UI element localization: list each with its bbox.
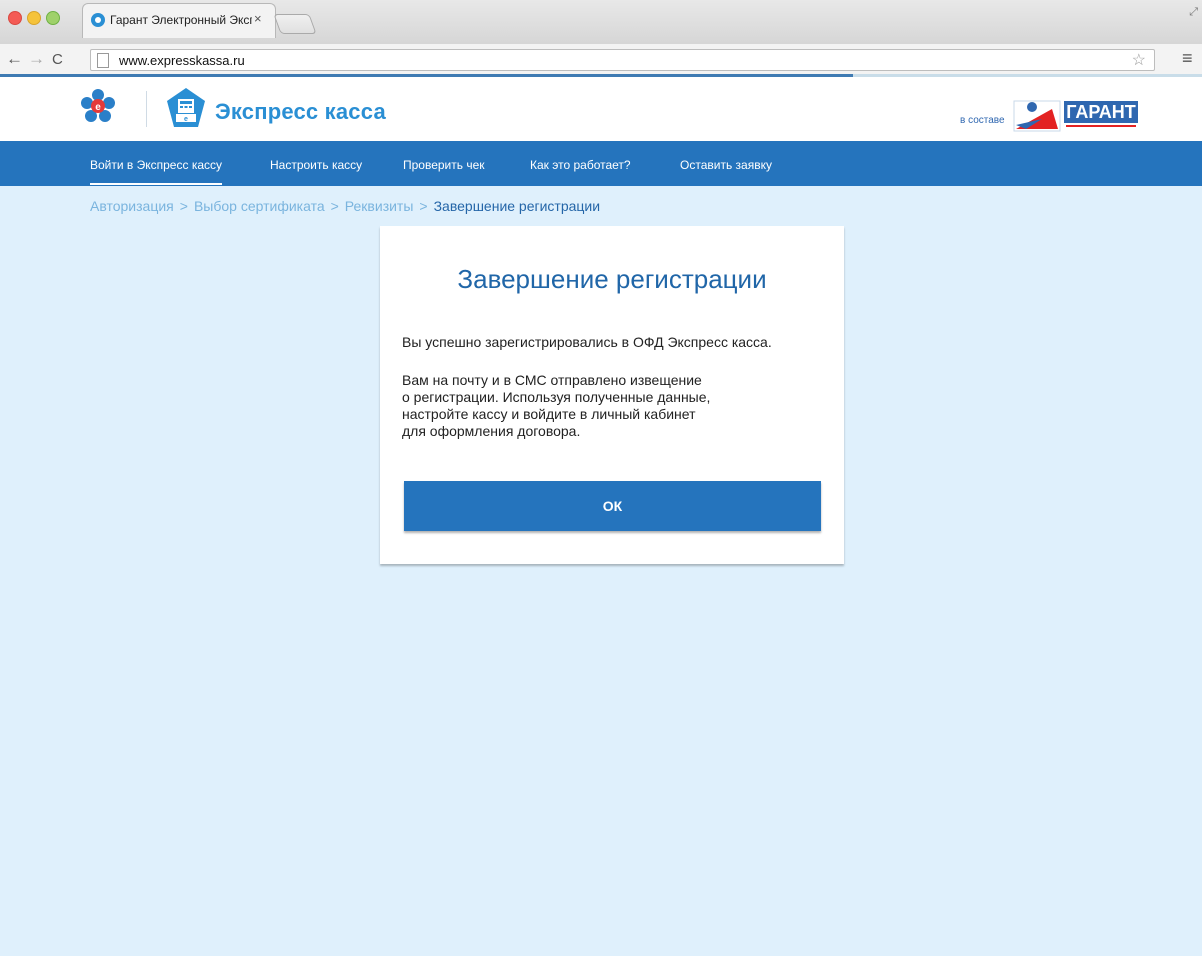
page-icon: [97, 53, 109, 68]
nav-item-leave-request[interactable]: Оставить заявку: [680, 158, 772, 172]
express-kassa-logo-icon[interactable]: e: [166, 87, 206, 129]
svg-text:e: e: [95, 102, 101, 113]
bookmark-star-icon[interactable]: ☆: [1132, 50, 1146, 70]
tab-title: Гарант Электронный Экспр: [110, 13, 252, 27]
brand-name[interactable]: Экспресс касса: [215, 99, 386, 125]
garant-flower-logo-icon[interactable]: e: [80, 88, 116, 124]
garant-logo-icon[interactable]: ГАРАНТ: [1012, 95, 1142, 137]
tab-close-icon[interactable]: ×: [254, 11, 262, 26]
browser-menu-icon[interactable]: ≡: [1182, 48, 1193, 69]
svg-text:ГАРАНТ: ГАРАНТ: [1066, 102, 1136, 122]
browser-tabstrip: Гарант Электронный Экспр × ⤢: [0, 0, 1202, 44]
nav-item-login[interactable]: Войти в Экспресс кассу: [90, 158, 222, 185]
browser-toolbar: ← → C www.expresskassa.ru ☆ ≡: [0, 44, 1202, 75]
zoom-window-button[interactable]: [46, 11, 60, 25]
nav-item-how-it-works[interactable]: Как это работает?: [530, 158, 631, 172]
new-tab-button[interactable]: [273, 14, 317, 34]
breadcrumb-separator: >: [330, 198, 339, 214]
ok-button[interactable]: ОК: [404, 481, 821, 531]
minimize-window-button[interactable]: [27, 11, 41, 25]
nav-item-setup-kassa[interactable]: Настроить кассу: [270, 158, 362, 172]
svg-text:e: e: [184, 116, 188, 123]
partner-label: в составе: [960, 115, 1005, 126]
breadcrumb-item-requisites[interactable]: Реквизиты: [345, 198, 414, 214]
url-text[interactable]: www.expresskassa.ru: [119, 53, 245, 68]
success-message: Вы успешно зарегистрировались в ОФД Эксп…: [402, 334, 772, 350]
reload-icon[interactable]: C: [52, 51, 63, 69]
main-nav: Войти в Экспресс кассу Настроить кассу П…: [0, 141, 1202, 186]
main-content: Авторизация > Выбор сертификата > Реквизиты >…: [0, 186, 1202, 956]
registration-complete-card: Завершение регистрации Вы успешно зареги…: [380, 226, 844, 564]
breadcrumb-separator: >: [419, 198, 428, 214]
address-bar[interactable]: www.expresskassa.ru ☆: [90, 49, 1155, 71]
breadcrumb-item-authorization[interactable]: Авторизация: [90, 198, 174, 214]
notification-message: Вам на почту и в СМС отправлено извещени…: [402, 372, 711, 439]
back-arrow-icon[interactable]: ←: [6, 50, 23, 68]
favicon-icon: [91, 13, 105, 27]
close-window-button[interactable]: [8, 11, 22, 25]
breadcrumb-current: Завершение регистрации: [433, 198, 601, 214]
breadcrumb-item-certificate[interactable]: Выбор сертификата: [194, 198, 325, 214]
card-title: Завершение регистрации: [457, 264, 767, 294]
fullscreen-icon[interactable]: ⤢: [1189, 6, 1198, 19]
forward-arrow-icon[interactable]: →: [28, 50, 45, 68]
nav-item-check-receipt[interactable]: Проверить чек: [403, 158, 485, 172]
site-header: e e Экспресс касса в составе ГАРАНТ: [0, 77, 1202, 141]
logo-divider: [146, 91, 147, 127]
breadcrumb: Авторизация > Выбор сертификата > Реквизиты >…: [90, 198, 600, 214]
breadcrumb-separator: >: [179, 198, 188, 214]
